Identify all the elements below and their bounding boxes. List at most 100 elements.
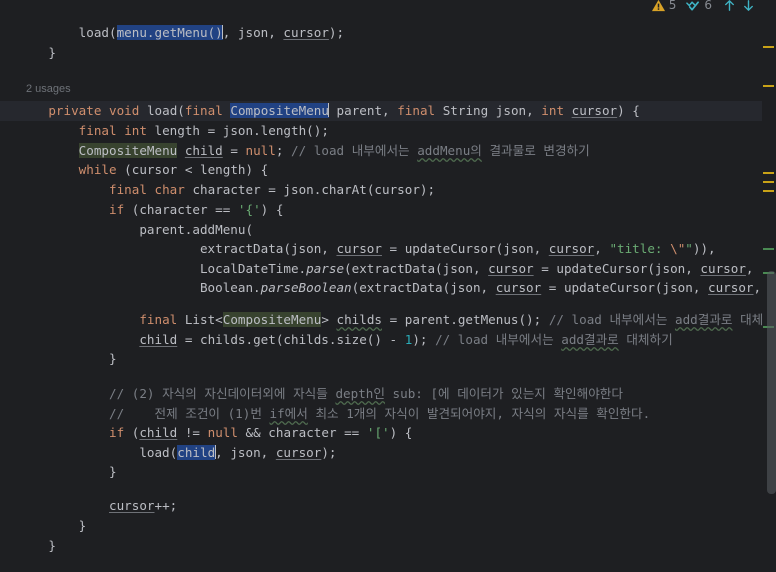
line-close-brace-1[interactable]: } — [0, 43, 776, 63]
line-child-childs-get[interactable]: child = childs.get(childs.size() - 1); /… — [0, 330, 776, 350]
code-token: } — [18, 538, 56, 553]
code-token: cursor — [336, 241, 382, 256]
code-token: > — [321, 312, 337, 327]
code-token: '[' — [366, 425, 390, 440]
line-comment-3[interactable]: // 전제 조건이 (1)번 if에서 최소 1개의 자식이 발견되어야지, 자… — [0, 404, 776, 424]
code-token: child — [184, 143, 223, 158]
line-close-brace-5[interactable]: } — [0, 536, 776, 556]
arrow-up-icon[interactable] — [721, 0, 737, 13]
code-token: if에서 — [269, 406, 308, 421]
line-cursor-increment[interactable]: cursor++; — [0, 496, 776, 516]
code-token: \" — [670, 241, 686, 256]
line-if-character-brace[interactable]: if (character == '{') { — [0, 200, 776, 220]
code-token: int — [124, 123, 147, 138]
line-close-brace-4[interactable]: } — [0, 516, 776, 536]
code-token: child — [139, 425, 178, 440]
code-token: } — [18, 45, 56, 60]
code-token: load( — [139, 103, 185, 118]
code-token: ( — [124, 425, 140, 440]
code-token: Boolean. — [18, 280, 261, 295]
code-token: , json, — [222, 25, 284, 40]
warning-marker[interactable] — [763, 85, 774, 87]
line-final-char-character[interactable]: final char character = json.charAt(curso… — [0, 180, 776, 200]
line-while-cursor-length[interactable]: while (cursor < length) { — [0, 160, 776, 180]
warning-triangle-icon[interactable] — [651, 0, 666, 13]
arrow-down-icon[interactable] — [740, 0, 756, 13]
code-token: parent, — [328, 103, 398, 118]
line-parent-addmenu[interactable]: parent.addMenu( — [0, 220, 776, 240]
line-comment-2[interactable]: // (2) 자식의 자신데이터외에 자식들 depth인 sub: [에 데이… — [0, 384, 776, 404]
code-token: cursor — [109, 498, 155, 513]
code-token: menu.getMenu() — [116, 25, 223, 40]
code-token: length = json.length(); — [146, 123, 329, 138]
code-token: final — [397, 103, 436, 118]
line-blank-1[interactable] — [0, 62, 776, 82]
code-token: cursor — [548, 241, 595, 256]
code-token: // load 내부에서는 — [435, 332, 562, 347]
warning-marker[interactable] — [763, 181, 774, 183]
line-blank-2[interactable] — [0, 82, 776, 102]
code-token: } — [18, 351, 117, 366]
code-token: = parent.getMenus(); — [382, 312, 549, 327]
ide-editor-window: load(menu.getMenu(), json, cursor); } pr… — [0, 0, 776, 572]
usages-hint[interactable]: 2 usages — [26, 83, 71, 95]
weak-warning-check-icon[interactable] — [685, 0, 701, 13]
code-token: ++; — [154, 498, 178, 513]
code-token: final — [184, 103, 223, 118]
code-token: , json, — [215, 445, 276, 460]
code-token: CompositeMenu — [78, 143, 178, 158]
code-token: sub: [에 데이터가 있는지 확인해야한다 — [384, 386, 623, 401]
line-extractdata-title[interactable]: extractData(json, cursor = updateCursor(… — [0, 239, 776, 259]
code-token: } — [18, 518, 87, 533]
code-token: if — [109, 425, 125, 440]
code-token: cursor — [495, 280, 542, 295]
line-close-brace-3[interactable]: } — [0, 462, 776, 482]
code-token: ; — [275, 143, 292, 158]
line-if-child-not-null[interactable]: if (child != null && character == '[') { — [0, 423, 776, 443]
line-localdatetime-parse[interactable]: LocalDateTime.parse(extractData(json, cu… — [0, 259, 776, 279]
code-token: add결과로 — [561, 332, 619, 347]
line-load-child[interactable]: load(child, json, cursor); — [0, 443, 776, 463]
code-token: 결과물로 변경하기 — [481, 143, 590, 158]
code-token: , — [745, 261, 762, 276]
warning-marker[interactable] — [763, 190, 774, 192]
added-line-marker[interactable] — [763, 248, 774, 250]
line-compositemenu-child[interactable]: CompositeMenu child = null; // load 내부에서… — [0, 141, 776, 161]
code-token: depth인 — [335, 386, 385, 401]
code-token: // load 내부에서는 — [291, 143, 418, 158]
inspection-widget[interactable]: 5 6 — [651, 0, 756, 13]
line-method-signature[interactable]: private void load(final CompositeMenu pa… — [0, 101, 776, 121]
code-token: cursor — [700, 261, 746, 276]
code-token: add결과로 — [674, 312, 733, 327]
vertical-scrollbar-thumb[interactable] — [767, 271, 776, 494]
code-token: (extractData(json, — [351, 280, 496, 295]
warning-marker[interactable] — [763, 46, 774, 48]
code-token: child — [139, 332, 178, 347]
code-token: = updateCursor(json, — [541, 280, 709, 295]
code-token: if — [109, 202, 125, 217]
line-boolean-parseboolean[interactable]: Boolean.parseBoolean(extractData(json, c… — [0, 278, 776, 298]
code-token: char — [154, 182, 185, 197]
marker-gutter[interactable] — [762, 0, 776, 572]
code-token: "title: — [609, 241, 671, 256]
code-token: LocalDateTime. — [18, 261, 307, 276]
code-token: parseBoolean — [260, 280, 352, 295]
warning-marker[interactable] — [763, 172, 774, 174]
code-editor-area[interactable]: load(menu.getMenu(), json, cursor); } pr… — [0, 0, 776, 572]
line-final-list-childs[interactable]: final List<CompositeMenu> childs = paren… — [0, 310, 776, 330]
line-load-menu-getmenu[interactable]: load(menu.getMenu(), json, cursor); — [0, 23, 776, 43]
code-token: character = json.charAt(cursor); — [184, 182, 436, 197]
line-final-int-length[interactable]: final int length = json.length(); — [0, 121, 776, 141]
code-token: 대체하기 — [618, 332, 673, 347]
code-token: ); — [412, 332, 436, 347]
line-close-brace-2[interactable]: } — [0, 349, 776, 369]
code-token: = updateCursor(json, — [381, 241, 549, 256]
